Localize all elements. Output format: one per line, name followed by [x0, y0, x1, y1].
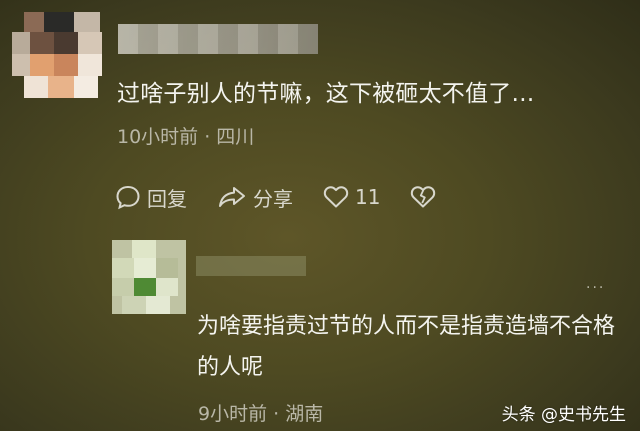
share-arrow-icon: [219, 187, 245, 207]
commenter-name-redacted[interactable]: [118, 24, 318, 54]
reply-button[interactable]: 回复: [115, 183, 187, 212]
more-options-icon[interactable]: ···: [586, 280, 605, 296]
broken-heart-icon: [411, 186, 436, 208]
reply-meta: 9小时前 · 湖南: [198, 403, 324, 425]
comment-text: 过啥子别人的节嘛，这下被砸太不值了…: [117, 81, 535, 107]
replier-avatar[interactable]: [112, 240, 186, 314]
reply-label: 回复: [147, 186, 187, 211]
share-button[interactable]: 分享: [217, 183, 293, 212]
replier-name-redacted[interactable]: [196, 256, 306, 276]
heart-icon: [323, 186, 349, 208]
watermark: 头条 @史书先生: [501, 405, 626, 425]
reply-text: 为啥要指责过节的人而不是指责造墙不合格的人呢: [197, 314, 616, 380]
like-button[interactable]: 11: [323, 185, 380, 209]
like-count: 11: [355, 185, 381, 209]
commenter-avatar[interactable]: [12, 12, 104, 104]
share-label: 分享: [253, 186, 293, 211]
comment-bubble-icon: [116, 185, 140, 210]
comment-meta: 10小时前 · 四川: [117, 126, 255, 148]
comment-actions: 回复 分享 11: [115, 180, 472, 214]
dislike-button[interactable]: [410, 185, 442, 209]
